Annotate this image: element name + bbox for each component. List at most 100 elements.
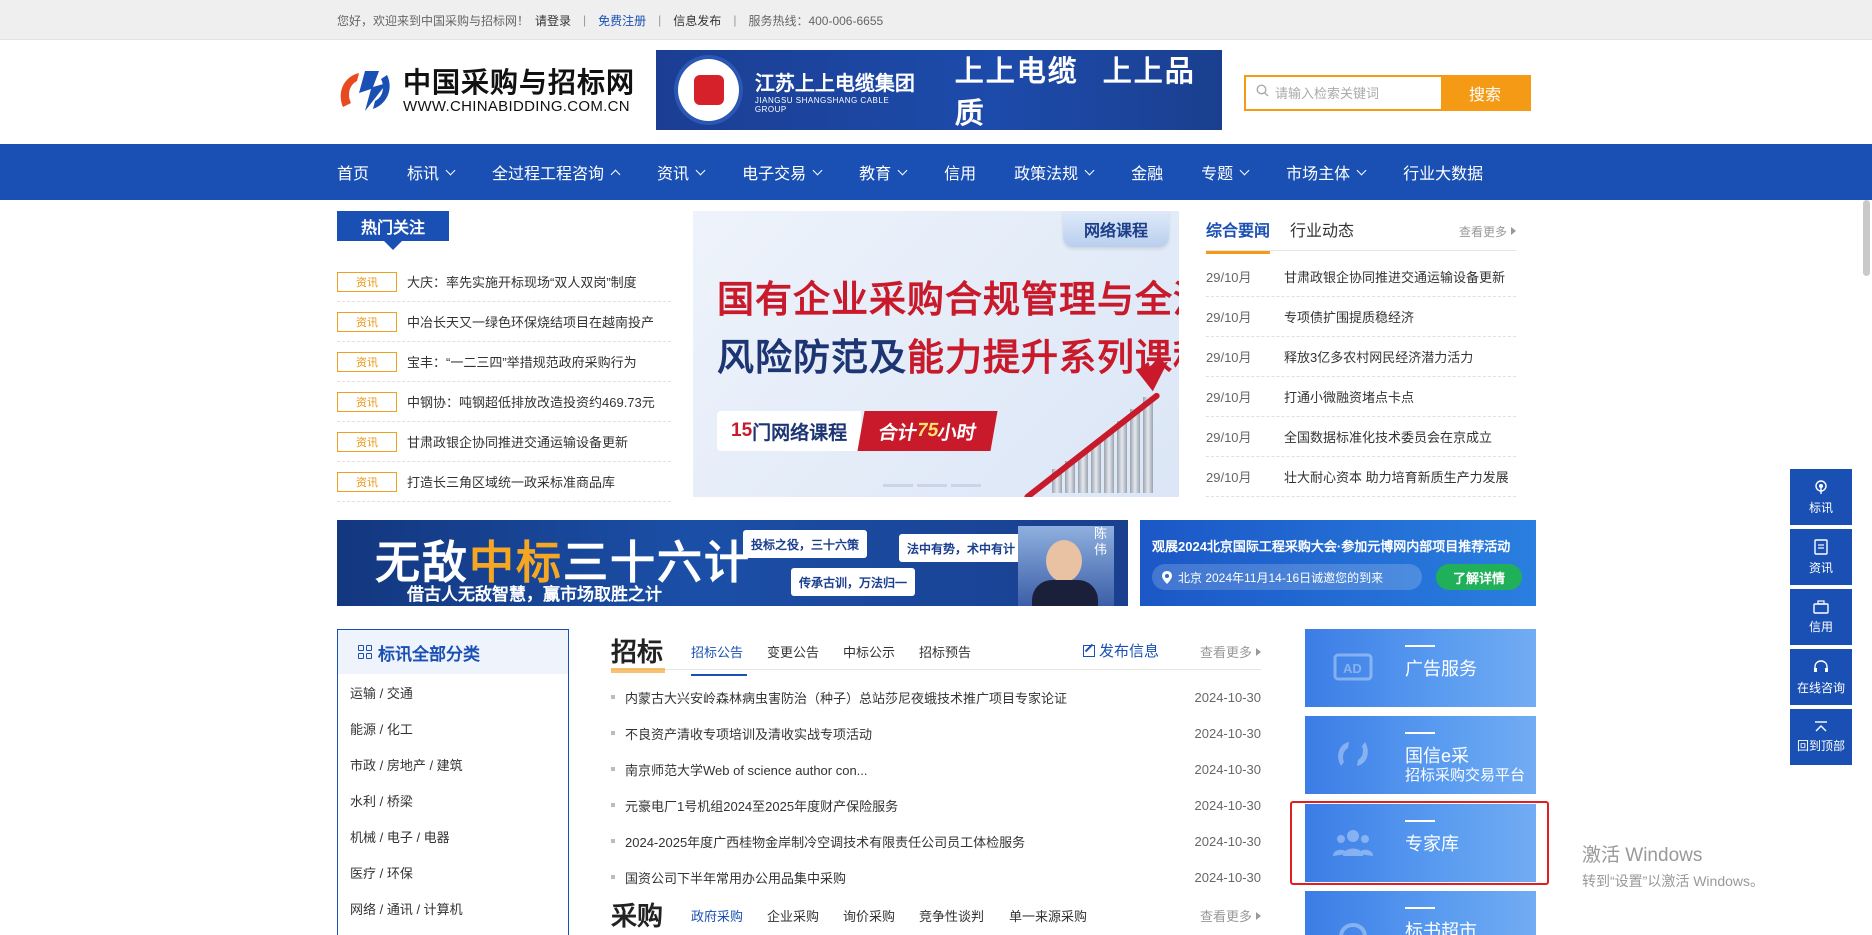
tab-general-news[interactable]: 综合要闻 (1206, 217, 1271, 254)
category-item[interactable]: 运输 / 交通 (338, 674, 568, 710)
register-link[interactable]: 免费注册 (598, 12, 646, 29)
category-item[interactable]: 网络 / 通讯 / 计算机 (338, 890, 568, 926)
e-procurement-tile[interactable]: 国信e采 招标采购交易平台 (1305, 716, 1536, 794)
tab-tender-notice[interactable]: 招标公告 (691, 642, 748, 676)
course-headline-2a: 风险防范及 (717, 337, 907, 378)
tab-inquiry-purchase[interactable]: 询价采购 (843, 906, 895, 925)
list-item[interactable]: 29/10月 打通小微融资堵点卡点 (1206, 377, 1516, 417)
float-consult-button[interactable]: 在线咨询 (1790, 649, 1852, 705)
nav-item-tenders[interactable]: 标讯 (407, 160, 456, 184)
item-title: 甘肃政银企协同推进交通运输设备更新 (1284, 270, 1506, 285)
list-item[interactable]: 29/10月 全国数据标准化技术委员会在京成立 (1206, 417, 1516, 457)
list-item[interactable]: 资讯 打造长三角区域统一政采标准商品库 (337, 462, 671, 502)
nav-item-consulting[interactable]: 全过程工程咨询 (492, 160, 621, 184)
news-more-link[interactable]: 查看更多 (1459, 223, 1516, 240)
ad-company-en: JIANGSU SHANGSHANG CABLE GROUP (754, 95, 890, 114)
category-item[interactable]: 能源 / 化工 (338, 710, 568, 746)
edit-icon (1083, 644, 1095, 657)
list-item[interactable]: 资讯 甘肃政银企协同推进交通运输设备更新 (337, 422, 671, 462)
login-link[interactable]: 请登录 (535, 12, 571, 29)
nav-item-finance[interactable]: 金融 (1131, 160, 1163, 184)
course-total-label: 合计 (876, 422, 919, 444)
chevron-down-icon (1356, 165, 1367, 175)
purchase-more-link[interactable]: 查看更多 (1200, 906, 1261, 925)
category-tag: 资讯 (337, 431, 397, 452)
page-scrollbar[interactable] (1863, 200, 1870, 276)
list-item[interactable]: 29/10月 甘肃政银企协同推进交通运输设备更新 (1206, 257, 1516, 297)
nav-item-home[interactable]: 首页 (337, 160, 369, 184)
course-headline-1: 国有企业采购合规管理与全流程 (717, 279, 1179, 320)
more-label: 查看更多 (1199, 909, 1252, 924)
nav-item-news[interactable]: 资讯 (657, 160, 706, 184)
float-credit-button[interactable]: 信用 (1790, 589, 1852, 645)
expo-banner[interactable]: 观展2024北京国际工程采购大会·参加元博网内部项目推荐活动 北京 2024年1… (1140, 520, 1536, 606)
tab-industry-news[interactable]: 行业动态 (1290, 217, 1354, 241)
item-title: 全国数据标准化技术委员会在京成立 (1284, 430, 1493, 445)
hot-list: 资讯 大庆：率先实施开标现场“双人双岗”制度 资讯 中冶长天又一绿色环保烧结项目在越… (337, 262, 671, 502)
publish-link[interactable]: 信息发布 (673, 12, 721, 29)
category-item[interactable]: 医疗 / 环保 (338, 854, 568, 890)
category-item[interactable]: 市政 / 房地产 / 建筑 (338, 746, 568, 782)
list-item[interactable]: 2024-2025年度广西桂物金岸制冷空调技术有限责任公司员工体检服务 2024-… (611, 823, 1261, 859)
list-item[interactable]: 29/10月 壮大耐心资本 助力培育新质生产力发展 (1206, 457, 1516, 497)
search-input[interactable] (1275, 85, 1425, 101)
category-item[interactable]: 机械 / 电子 / 电器 (338, 818, 568, 854)
item-title: 打通小微融资堵点卡点 (1284, 390, 1415, 405)
list-item[interactable]: 南京师范大学Web of science author con... 2024-1… (611, 751, 1261, 787)
float-tenders-button[interactable]: 标讯 (1790, 469, 1852, 525)
float-label: 在线咨询 (1796, 680, 1845, 695)
ad-service-tile[interactable]: AD 广告服务 (1305, 629, 1536, 707)
tab-single-source[interactable]: 单一来源采购 (1009, 906, 1087, 925)
nav-item-market[interactable]: 市场主体 (1286, 160, 1367, 184)
bullet-icon (611, 767, 615, 771)
publish-info-button[interactable]: 发布信息 (1083, 640, 1159, 661)
category-item[interactable]: 水利 / 桥梁 (338, 782, 568, 818)
list-item[interactable]: 国资公司下半年常用办公用品集中采购 2024-10-30 (611, 859, 1261, 895)
strategy-course-banner[interactable]: 无敌中标三十六计 借古人无敌智慧，赢市场取胜之计 投标之役，三十六策 法中有势，… (337, 520, 1128, 606)
tab-competitive-negotiation[interactable]: 竞争性谈判 (919, 906, 984, 925)
list-item[interactable]: 资讯 大庆：率先实施开标现场“双人双岗”制度 (337, 262, 671, 302)
course-carousel[interactable]: 网络课程 国有企业采购合规管理与全流程 风险防范及能力提升系列课程 15门网络课… (693, 211, 1179, 497)
bullet-icon (611, 695, 615, 699)
carousel-dots[interactable] (883, 484, 985, 487)
list-item[interactable]: 29/10月 专项债扩围提质稳经济 (1206, 297, 1516, 337)
ad-icon: AD (1333, 653, 1373, 681)
course-headline-2: 风险防范及能力提升系列课程 (717, 327, 1179, 381)
item-date: 29/10月 (1206, 430, 1252, 445)
bid-doc-market-tile[interactable]: 标书超市 (1305, 891, 1536, 935)
item-date: 29/10月 (1206, 270, 1252, 285)
back-to-top-button[interactable]: 回到顶部 (1790, 709, 1852, 765)
nav-item-policy[interactable]: 政策法规 (1014, 160, 1095, 184)
list-item[interactable]: 不良资产清收专项培训及清收实战专项活动 2024-10-30 (611, 715, 1261, 751)
tab-change-notice[interactable]: 变更公告 (767, 642, 819, 661)
tab-tender-forecast[interactable]: 招标预告 (919, 642, 971, 661)
item-date: 29/10月 (1206, 390, 1252, 405)
list-item[interactable]: 29/10月 释放3亿多农村网民经济潜力活力 (1206, 337, 1516, 377)
nav-item-credit[interactable]: 信用 (944, 160, 976, 184)
arrow-up-icon (1815, 720, 1827, 731)
banner2-chip: 法中有势，术中有计 (899, 534, 1024, 562)
list-item[interactable]: 资讯 宝丰：“一二三四”举措规范政府采购行为 (337, 342, 671, 382)
tab-award-notice[interactable]: 中标公示 (843, 642, 895, 661)
list-item[interactable]: 内蒙古大兴安岭森林病虫害防治（种子）总站莎尼夜蛾技术推广项目专家论证 2024-1… (611, 679, 1261, 715)
float-news-button[interactable]: 资讯 (1790, 529, 1852, 585)
tab-gov-purchase[interactable]: 政府采购 (691, 906, 743, 925)
tab-enterprise-purchase[interactable]: 企业采购 (767, 906, 819, 925)
site-logo[interactable]: 中国采购与招标网 WWW.CHINABIDDING.COM.CN (335, 64, 640, 118)
course-pill: 15 门网络课程 合计 75 小时 (717, 411, 998, 451)
search-button[interactable]: 搜索 (1441, 77, 1529, 109)
list-item[interactable]: 资讯 中钢协：吨钢超低排放改造投资约469.73元 (337, 382, 671, 422)
triangle-right-icon (1256, 648, 1261, 656)
floating-toolbar: 标讯 资讯 信用 在线咨询 回到顶部 (1790, 469, 1852, 769)
item-date: 2024-10-30 (1194, 869, 1262, 885)
list-item[interactable]: 资讯 中冶长天又一绿色环保烧结项目在越南投产 (337, 302, 671, 342)
tender-more-link[interactable]: 查看更多 (1200, 642, 1261, 661)
nav-item-bigdata[interactable]: 行业大数据 (1403, 160, 1483, 184)
nav-item-topics[interactable]: 专题 (1201, 160, 1250, 184)
nav-item-etrade[interactable]: 电子交易 (742, 160, 823, 184)
header-ad-banner[interactable]: 江苏上上电缆集团 JIANGSU SHANGSHANG CABLE GROUP … (656, 50, 1222, 130)
nav-item-education[interactable]: 教育 (859, 160, 908, 184)
item-title: 不良资产清收专项培训及清收实战专项活动 (625, 726, 873, 742)
list-item[interactable]: 元豪电厂1号机组2024至2025年度财产保险服务 2024-10-30 (611, 787, 1261, 823)
expo-details-button[interactable]: 了解详情 (1436, 564, 1522, 590)
